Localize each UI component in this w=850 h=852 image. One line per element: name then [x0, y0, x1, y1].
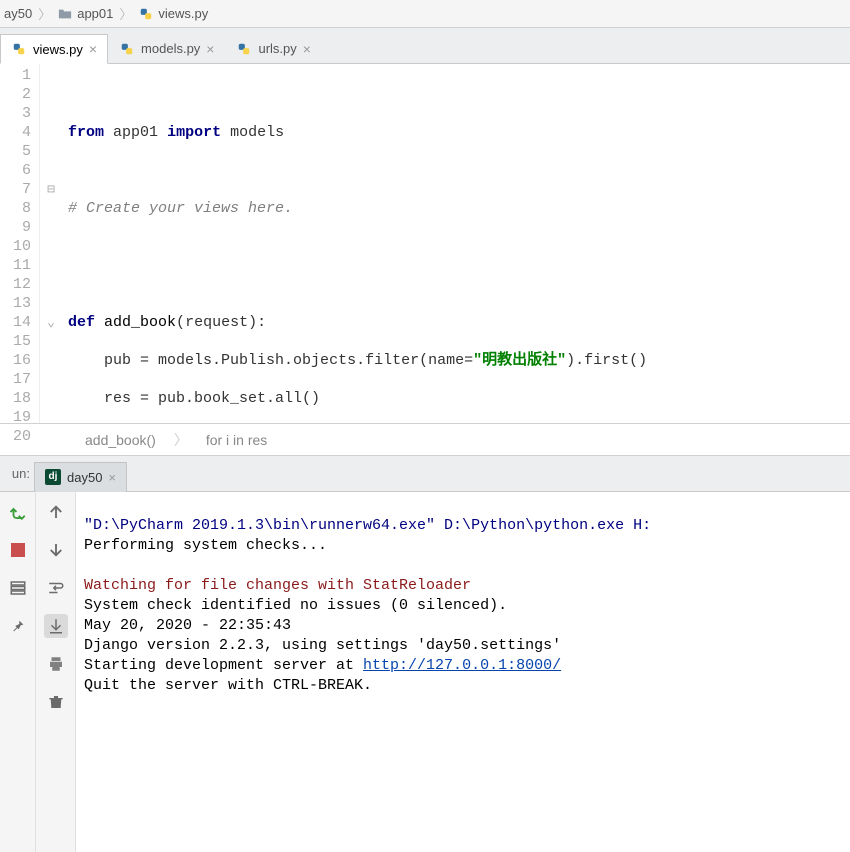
python-file-icon: [138, 6, 154, 22]
pin-icon[interactable]: [6, 614, 30, 638]
close-icon[interactable]: ×: [89, 42, 97, 56]
breadcrumb-label: views.py: [158, 6, 208, 21]
breadcrumb-item[interactable]: app01: [57, 6, 113, 22]
console-line: System check identified no issues (0 sil…: [84, 597, 507, 614]
python-file-icon: [119, 41, 135, 57]
python-file-icon: [11, 41, 27, 57]
close-icon[interactable]: ×: [303, 42, 311, 56]
console-output[interactable]: "D:\PyCharm 2019.1.3\bin\runnerw64.exe" …: [76, 492, 850, 852]
folder-icon: [57, 6, 73, 22]
tab-models[interactable]: models.py ×: [108, 33, 225, 63]
chevron-right-icon: 〉: [174, 430, 188, 450]
run-panel: un: dj day50 ×: [0, 456, 850, 852]
console-watch-line: Watching for file changes with StatReloa…: [84, 577, 471, 594]
editor-area: 1234567891011121314151617181920 ⊟⌄ from …: [0, 64, 850, 424]
soft-wrap-icon[interactable]: [44, 576, 68, 600]
rerun-icon[interactable]: [6, 500, 30, 524]
run-tabs-bar: un: dj day50 ×: [0, 456, 850, 492]
scroll-to-end-icon[interactable]: [44, 614, 68, 638]
line-numbers: 1234567891011121314151617181920: [0, 64, 40, 423]
console-url-link[interactable]: http://127.0.0.1:8000/: [363, 657, 561, 674]
breadcrumb-item[interactable]: ay50: [4, 6, 32, 21]
tab-label: models.py: [141, 41, 200, 56]
layout-icon[interactable]: [6, 576, 30, 600]
console-line: May 20, 2020 - 22:35:43: [84, 617, 291, 634]
fold-column: ⊟⌄: [40, 64, 62, 423]
tab-views[interactable]: views.py ×: [0, 34, 108, 64]
run-body: "D:\PyCharm 2019.1.3\bin\runnerw64.exe" …: [0, 492, 850, 852]
code-editor[interactable]: from app01 import models # Create your v…: [62, 64, 850, 423]
breadcrumb-item[interactable]: views.py: [138, 6, 208, 22]
breadcrumb-label: ay50: [4, 6, 32, 21]
breadcrumb-label: app01: [77, 6, 113, 21]
arrow-up-icon[interactable]: [44, 500, 68, 524]
python-file-icon: [236, 41, 252, 57]
console-line: Starting development server at: [84, 657, 363, 674]
run-tab-label: day50: [67, 470, 102, 485]
console-line: Quit the server with CTRL-BREAK.: [84, 677, 372, 694]
chevron-right-icon: 〉: [117, 4, 134, 23]
code-breadcrumb: add_book() 〉 for i in res: [0, 424, 850, 456]
code-crumb-loop[interactable]: for i in res: [206, 432, 267, 448]
run-toolbar-left: [0, 492, 36, 852]
stop-icon[interactable]: [6, 538, 30, 562]
console-line: Django version 2.2.3, using settings 'da…: [84, 637, 561, 654]
run-label: un:: [0, 466, 34, 481]
arrow-down-icon[interactable]: [44, 538, 68, 562]
django-icon: dj: [45, 469, 61, 485]
editor-tabs: views.py × models.py × urls.py ×: [0, 28, 850, 64]
tab-urls[interactable]: urls.py ×: [225, 33, 321, 63]
close-icon[interactable]: ×: [206, 42, 214, 56]
code-crumb-function[interactable]: add_book(): [85, 432, 156, 448]
run-tab-day50[interactable]: dj day50 ×: [34, 462, 127, 492]
tab-label: views.py: [33, 42, 83, 57]
console-line: Performing system checks...: [84, 537, 327, 554]
console-command: "D:\PyCharm 2019.1.3\bin\runnerw64.exe" …: [84, 517, 651, 534]
close-icon[interactable]: ×: [108, 470, 116, 485]
print-icon[interactable]: [44, 652, 68, 676]
tab-label: urls.py: [258, 41, 296, 56]
chevron-right-icon: 〉: [36, 4, 53, 23]
run-toolbar-right: [36, 492, 76, 852]
trash-icon[interactable]: [44, 690, 68, 714]
breadcrumb-bar: ay50 〉 app01 〉 views.py: [0, 0, 850, 28]
